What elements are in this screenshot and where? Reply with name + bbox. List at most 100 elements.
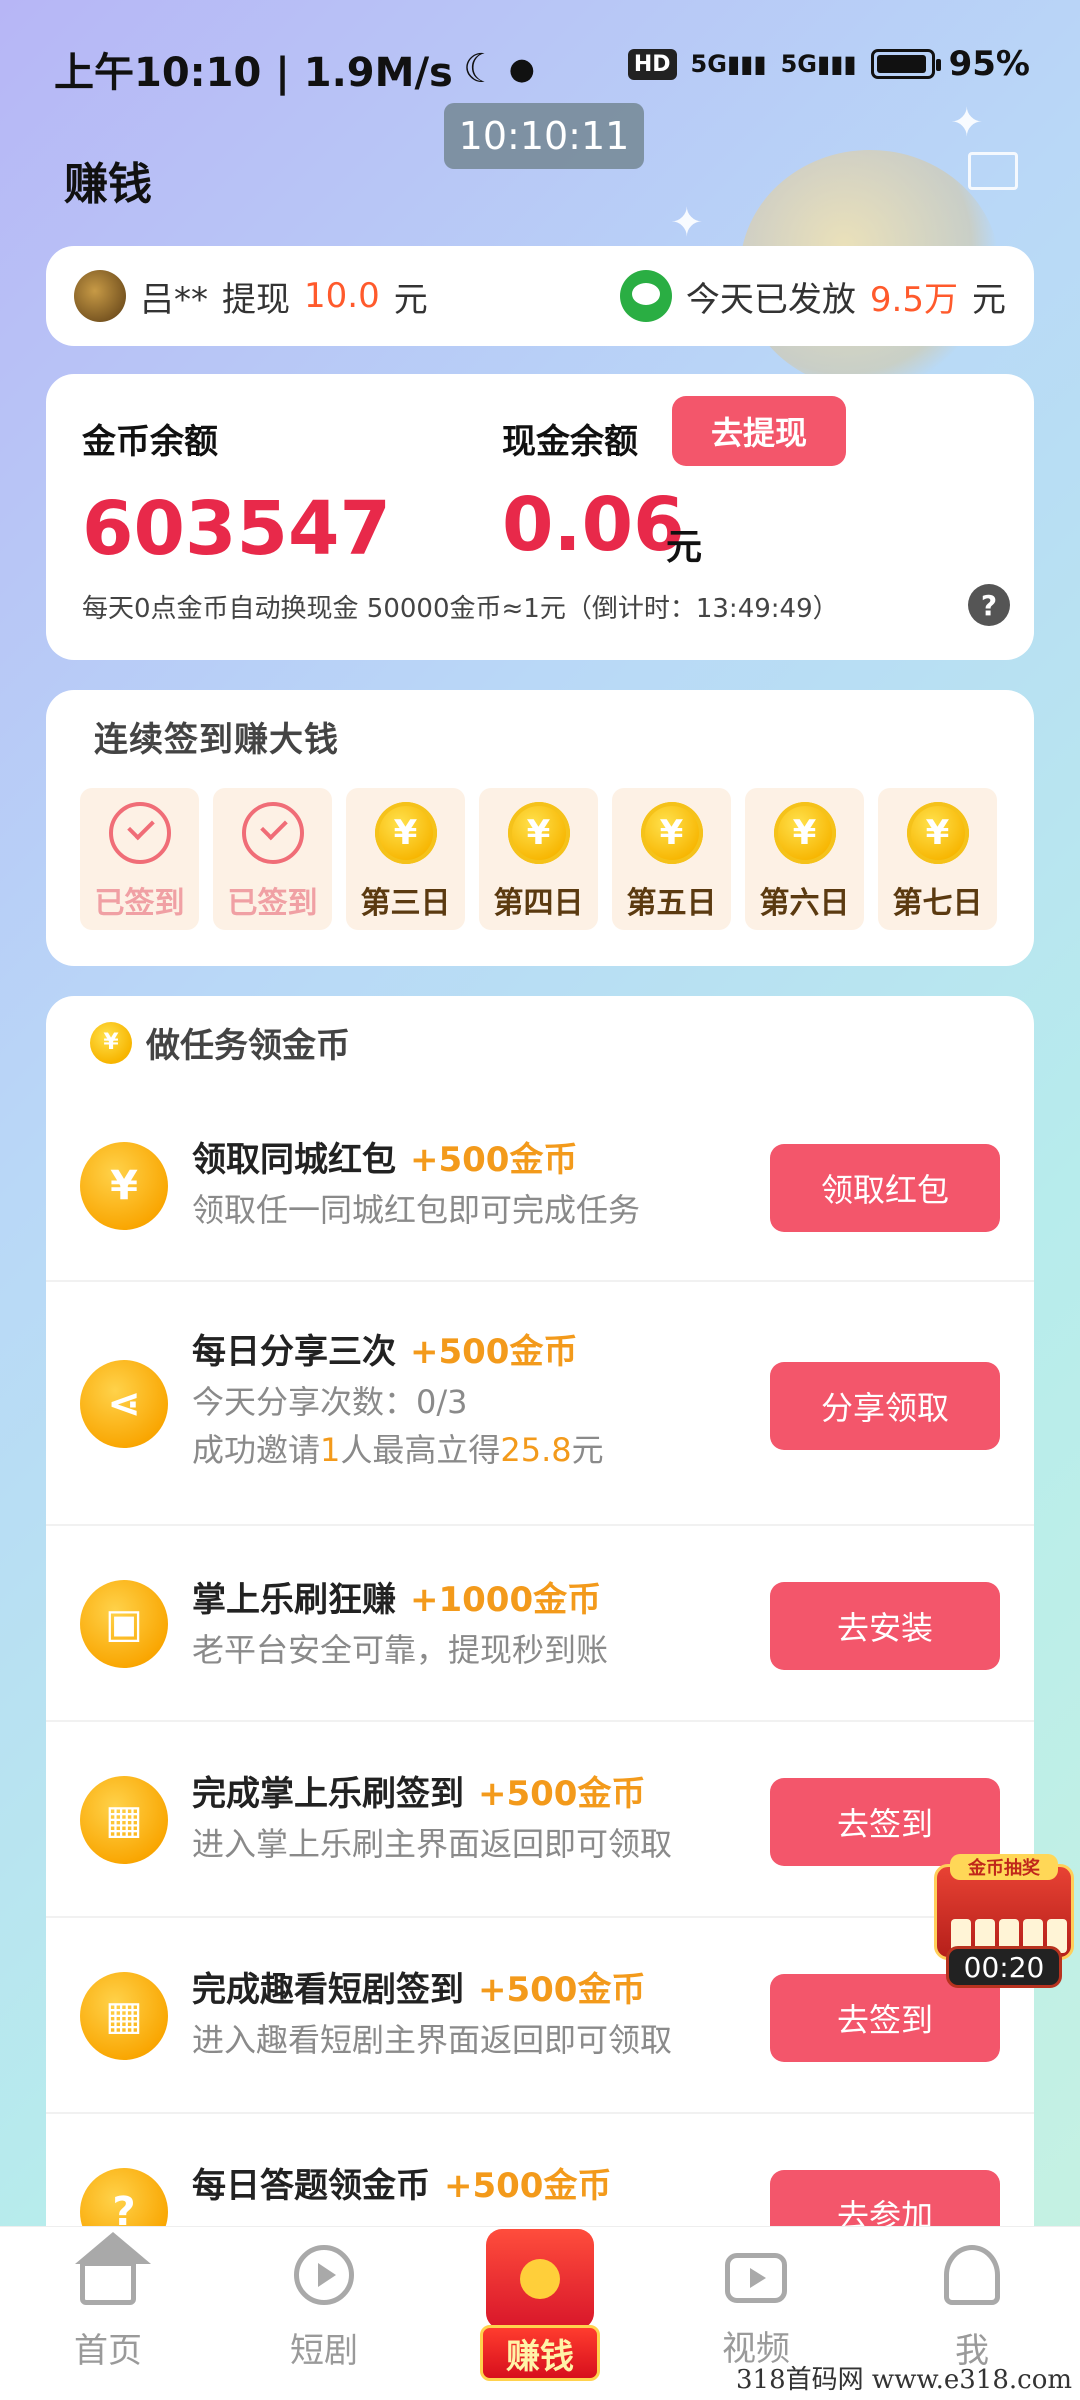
status-left: 上午10:10 | 1.9M/s ☾ ● xyxy=(54,40,535,98)
task-desc: 老平台安全可靠，提现秒到账 xyxy=(192,1631,609,1669)
yen-coin-icon: ¥ xyxy=(773,802,836,864)
android-icon: ▣ xyxy=(80,1580,168,1668)
signin-day[interactable]: ¥ 第三日 xyxy=(346,788,465,930)
task-item: ¥ 领取同城红包 +500金币 领取任一同城红包即可完成任务 领取红包 xyxy=(46,1096,1034,1282)
ticker-left: 吕** 提现 10.0 元 xyxy=(74,270,428,322)
calendar-check-icon: ▦ xyxy=(80,1972,168,2060)
signin-day-label: 第六日 xyxy=(759,886,850,921)
task-item: ▦ 完成掌上乐刷签到 +500金币 进入掌上乐刷主界面返回即可领取 去签到 xyxy=(46,1722,1034,1918)
signin-day-label: 第四日 xyxy=(493,886,584,921)
task-title: 每日分享三次 +500金币 xyxy=(192,1332,578,1372)
task-desc: 领取任一同城红包即可完成任务 xyxy=(192,1191,641,1229)
yen-coin-icon: ¥ xyxy=(90,1021,132,1064)
withdraw-ticker: 吕** 提现 10.0 元 今天已发放 9.5万 元 xyxy=(46,246,1034,346)
task-item: ▣ 掌上乐刷狂赚 +1000金币 老平台安全可靠，提现秒到账 去安装 xyxy=(46,1526,1034,1722)
help-icon[interactable]: ? xyxy=(968,584,1010,626)
signin-day[interactable]: ¥ 第四日 xyxy=(479,788,598,930)
tasks-header-label: 做任务领金币 xyxy=(146,1026,350,1066)
install-button[interactable]: 去安装 xyxy=(770,1582,1000,1670)
task-desc: 进入掌上乐刷主界面返回即可领取 xyxy=(192,1825,673,1863)
balance-card: 金币余额 603547 现金余额 去提现 0.06 元 每天0点金币自动换现金 … xyxy=(46,374,1034,660)
sparkle-icon: ✦ xyxy=(950,100,984,146)
hd-badge: HD xyxy=(627,48,677,80)
bottom-nav: 首页 短剧 赚钱 视频 我 318首码网 www.e318.com xyxy=(0,2226,1080,2400)
ticker-right: 今天已发放 9.5万 元 xyxy=(619,270,1006,322)
share-icon: ⋖ xyxy=(80,1360,168,1448)
coin-balance-value: 603547 xyxy=(82,486,391,572)
task-title: 掌上乐刷狂赚 +1000金币 xyxy=(192,1580,602,1620)
signin-day[interactable]: 已签到 xyxy=(80,788,199,930)
task-reward: +1000金币 xyxy=(410,1580,602,1620)
tasks-card: ¥ 做任务领金币 ¥ 领取同城红包 +500金币 领取任一同城红包即可完成任务 领… xyxy=(46,996,1034,2226)
signin-day[interactable]: ¥ 第五日 xyxy=(612,788,731,930)
signin-day[interactable]: 已签到 xyxy=(213,788,332,930)
cash-balance-label: 现金余额 xyxy=(502,422,638,462)
lottery-title: 金币抽奖 xyxy=(950,1854,1058,1880)
sparkle-icon: ✦ xyxy=(670,200,704,246)
nav-earn[interactable]: 赚钱 xyxy=(470,2199,610,2389)
ticker-user: 吕** xyxy=(140,279,208,320)
task-reward: +500金币 xyxy=(410,1140,578,1180)
avatar xyxy=(74,270,126,322)
signin-day-label: 第三日 xyxy=(360,886,451,921)
lottery-float[interactable]: 金币抽奖 00:20 xyxy=(934,1846,1074,1990)
today-text: 今天已发放 xyxy=(685,279,856,320)
task-desc: 今天分享次数：0/3 xyxy=(192,1383,468,1421)
task-title: 领取同城红包 +500金币 xyxy=(192,1140,578,1180)
signin-card: 连续签到赚大钱 已签到 已签到 ¥ 第三日 ¥ 第四日 ¥ 第五日 ¥ 第六日 ¥ 第七日 xyxy=(46,690,1034,966)
battery-percent: 95% xyxy=(948,44,1030,84)
video-icon xyxy=(725,2253,787,2303)
task-desc-invite: 成功邀请1人最高立得25.8元 xyxy=(192,1431,604,1469)
nav-drama-label: 短剧 xyxy=(290,2331,358,2371)
nav-home[interactable]: 首页 xyxy=(28,2232,188,2372)
share-claim-button[interactable]: 分享领取 xyxy=(770,1362,1000,1450)
task-item: ⋖ 每日分享三次 +500金币 今天分享次数：0/3 成功邀请1人最高立得25.8… xyxy=(46,1282,1034,1526)
signin-day-label: 已签到 xyxy=(94,886,185,921)
moon-icon: ☾ xyxy=(462,46,499,92)
status-right: HD 5G▮▮▮ 5G▮▮▮ 95% xyxy=(627,44,1030,84)
task-title: 完成趣看短剧签到 +500金币 xyxy=(192,1970,646,2010)
get-redpacket-button[interactable]: 领取红包 xyxy=(770,1144,1000,1232)
signin-days: 已签到 已签到 ¥ 第三日 ¥ 第四日 ¥ 第五日 ¥ 第六日 ¥ 第七日 xyxy=(80,788,997,930)
home-icon xyxy=(75,2232,151,2305)
ticker-withdraw-text: 提现 xyxy=(222,279,290,320)
calendar-check-icon: ▦ xyxy=(80,1776,168,1864)
qq-icon: ● xyxy=(508,51,535,87)
yen-coin-icon: ¥ xyxy=(507,802,570,864)
question-book-icon: ? xyxy=(80,2168,168,2226)
ticker-unit: 元 xyxy=(393,279,428,320)
exchange-note: 每天0点金币自动换现金 50000金币≈1元（倒计时：13:49:49） xyxy=(82,594,839,624)
join-button[interactable]: 去参加 xyxy=(770,2170,1000,2226)
cash-balance-value: 0.06 xyxy=(502,482,685,568)
tasks-header: ¥ 做任务领金币 xyxy=(90,1018,350,1067)
withdraw-button[interactable]: 去提现 xyxy=(672,396,846,466)
user-icon xyxy=(944,2245,1000,2305)
nav-video[interactable]: 视频 xyxy=(676,2245,836,2370)
lottery-timer: 00:20 xyxy=(946,1946,1062,1988)
signin-title: 连续签到赚大钱 xyxy=(94,720,339,760)
coin-balance-label: 金币余额 xyxy=(82,422,218,462)
signin-day-label: 第五日 xyxy=(626,886,717,921)
task-reward: +500金币 xyxy=(478,1970,646,2010)
task-item: ▦ 完成趣看短剧签到 +500金币 进入趣看短剧主界面返回即可领取 去签到 xyxy=(46,1918,1034,2114)
signin-day[interactable]: ¥ 第六日 xyxy=(745,788,864,930)
red-packet-icon xyxy=(486,2229,594,2329)
clock-overlay: 10:10:11 xyxy=(444,103,644,169)
task-reward: +500金币 xyxy=(410,1332,578,1372)
nav-drama[interactable]: 短剧 xyxy=(244,2245,404,2372)
mail-icon[interactable] xyxy=(968,152,1018,190)
nav-me[interactable]: 我 xyxy=(892,2245,1052,2372)
yen-coin-icon: ¥ xyxy=(640,802,703,864)
check-circle-icon xyxy=(108,802,171,864)
task-desc: 进入趣看短剧主界面返回即可领取 xyxy=(192,2021,673,2059)
watermark: 318首码网 www.e318.com xyxy=(736,2365,1072,2395)
play-circle-icon xyxy=(294,2245,354,2305)
nav-earn-label: 赚钱 xyxy=(480,2325,600,2381)
task-title: 完成掌上乐刷签到 +500金币 xyxy=(192,1774,646,1814)
yen-coin-icon: ¥ xyxy=(906,802,969,864)
cash-unit: 元 xyxy=(666,527,703,568)
signin-day[interactable]: ¥ 第七日 xyxy=(878,788,997,930)
wechat-icon xyxy=(619,270,672,322)
signal-icon: 5G▮▮▮ xyxy=(690,50,767,78)
ticker-amount: 10.0 xyxy=(304,276,380,316)
